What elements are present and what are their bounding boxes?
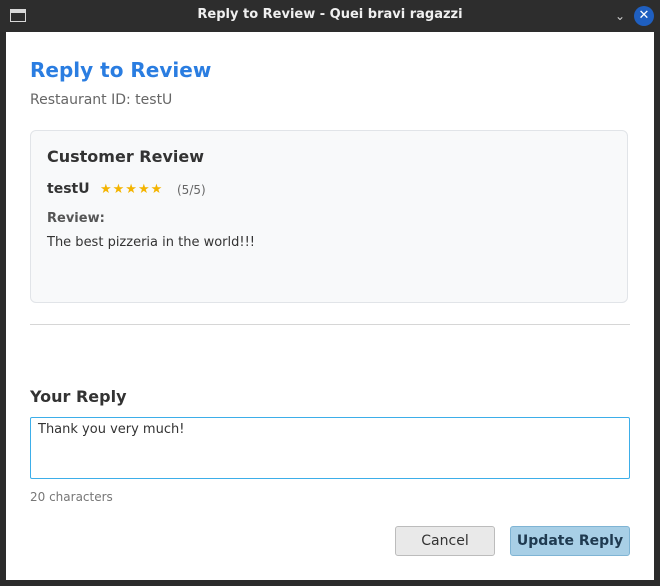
update-reply-button[interactable]: Update Reply — [510, 526, 630, 556]
close-icon[interactable]: ✕ — [634, 6, 654, 26]
star-rating: ★★★★★ — [100, 182, 164, 197]
review-card: Customer Review testU ★★★★★ (5/5) Review… — [30, 130, 628, 303]
dialog-window: Reply to Review - Quei bravi ragazzi ⌄ ✕… — [0, 0, 660, 586]
character-count: 20 characters — [30, 490, 113, 504]
review-label: Review: — [47, 211, 105, 226]
reply-textarea[interactable]: Thank you very much! — [30, 417, 630, 479]
reply-title: Your Reply — [30, 387, 127, 406]
title-bar[interactable]: Reply to Review - Quei bravi ragazzi ⌄ ✕ — [0, 0, 660, 32]
divider — [30, 324, 630, 325]
reviewer-name: testU — [47, 181, 90, 197]
review-text: The best pizzeria in the world!!! — [47, 235, 256, 250]
page-title: Reply to Review — [30, 58, 212, 82]
rating-score: (5/5) — [177, 183, 206, 197]
dialog-content: Reply to Review Restaurant ID: testU Cus… — [6, 32, 654, 580]
window-title: Reply to Review - Quei bravi ragazzi — [197, 7, 463, 22]
minimize-button[interactable]: ⌄ — [613, 9, 627, 23]
restaurant-id-label: Restaurant ID: testU — [30, 92, 173, 108]
cancel-button[interactable]: Cancel — [395, 526, 495, 556]
review-card-title: Customer Review — [47, 147, 204, 166]
